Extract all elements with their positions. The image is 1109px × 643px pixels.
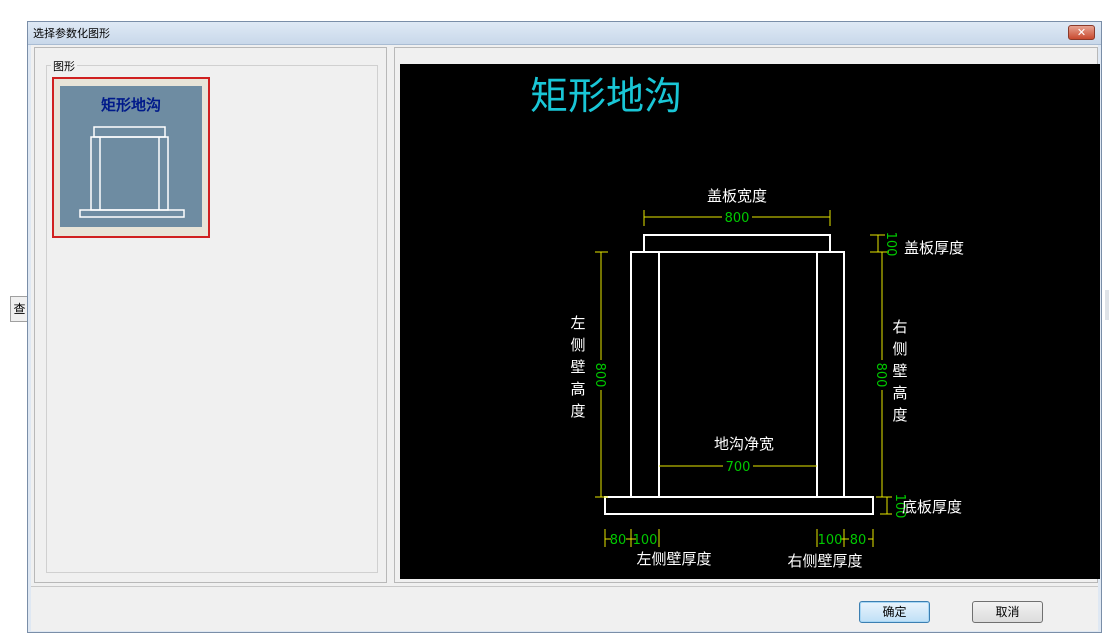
dialog-titlebar[interactable]: 选择参数化图形 ✕ — [28, 22, 1101, 45]
ok-button[interactable]: 确定 — [859, 601, 930, 623]
preview-title: 矩形地沟 — [530, 74, 682, 118]
cover-thickness-value: 100 — [883, 232, 898, 257]
thumbnail-image: 矩形地沟 — [60, 86, 202, 227]
left-wall-height-label-4: 高 — [570, 380, 585, 398]
right-wall-height-label-4: 高 — [892, 384, 907, 402]
button-bar-separator — [31, 586, 1098, 587]
cover-thickness-label: 盖板厚度 — [904, 239, 964, 257]
right-wall-height-label-5: 度 — [892, 406, 907, 424]
right-wall-height-label-2: 侧 — [892, 340, 907, 358]
right-wall-height-label-3: 壁 — [892, 362, 907, 380]
base-thickness-label: 底板厚度 — [902, 498, 962, 516]
thumbnail-trench-icon — [79, 126, 185, 218]
left-wall-height-value: 800 — [592, 363, 607, 388]
parametric-shape-dialog: 选择参数化图形 ✕ 图形 矩形地沟 矩形地沟 800 700 80 100 10… — [27, 21, 1102, 633]
right-wall-thickness-value: 100 — [818, 533, 843, 548]
left-wall-thickness-label: 左侧壁厚度 — [636, 550, 711, 568]
dialog-title: 选择参数化图形 — [33, 27, 110, 40]
left-overhang-value: 80 — [610, 533, 627, 548]
dialog-client: 图形 矩形地沟 矩形地沟 800 700 80 100 100 80 100 8… — [31, 45, 1100, 631]
shape-group-label: 图形 — [51, 58, 77, 74]
preview-panel: 矩形地沟 800 700 80 100 100 80 100 800 800 1… — [394, 47, 1100, 583]
cancel-button[interactable]: 取消 — [972, 601, 1043, 623]
left-wall-height-label-3: 壁 — [570, 358, 585, 376]
left-wall-height-label-5: 度 — [570, 402, 585, 420]
shape-thumbnail-rect-trench[interactable]: 矩形地沟 — [52, 77, 210, 238]
close-button[interactable]: ✕ — [1068, 25, 1095, 40]
trench-drawing: 矩形地沟 800 700 80 100 100 80 100 800 800 1… — [530, 74, 964, 570]
right-wall-thickness-label: 右侧壁厚度 — [787, 552, 862, 570]
left-wall-thickness-value: 100 — [633, 533, 658, 548]
right-wall-height-label-1: 右 — [892, 318, 907, 336]
right-wall-height-value: 800 — [873, 363, 888, 388]
right-overhang-value: 80 — [850, 533, 867, 548]
shape-gallery-panel: 图形 矩形地沟 — [34, 47, 387, 583]
background-tab[interactable]: 查 — [10, 296, 28, 322]
preview-canvas: 矩形地沟 800 700 80 100 100 80 100 800 800 1… — [400, 64, 1100, 579]
clear-width-label: 地沟净宽 — [714, 435, 774, 453]
clear-width-value: 700 — [726, 460, 751, 475]
left-wall-height-label-1: 左 — [570, 314, 585, 332]
background-scroll-edge — [1105, 290, 1109, 320]
left-wall-height-label-2: 侧 — [570, 336, 585, 354]
cover-width-value: 800 — [725, 211, 750, 226]
cover-width-label: 盖板宽度 — [707, 187, 767, 205]
